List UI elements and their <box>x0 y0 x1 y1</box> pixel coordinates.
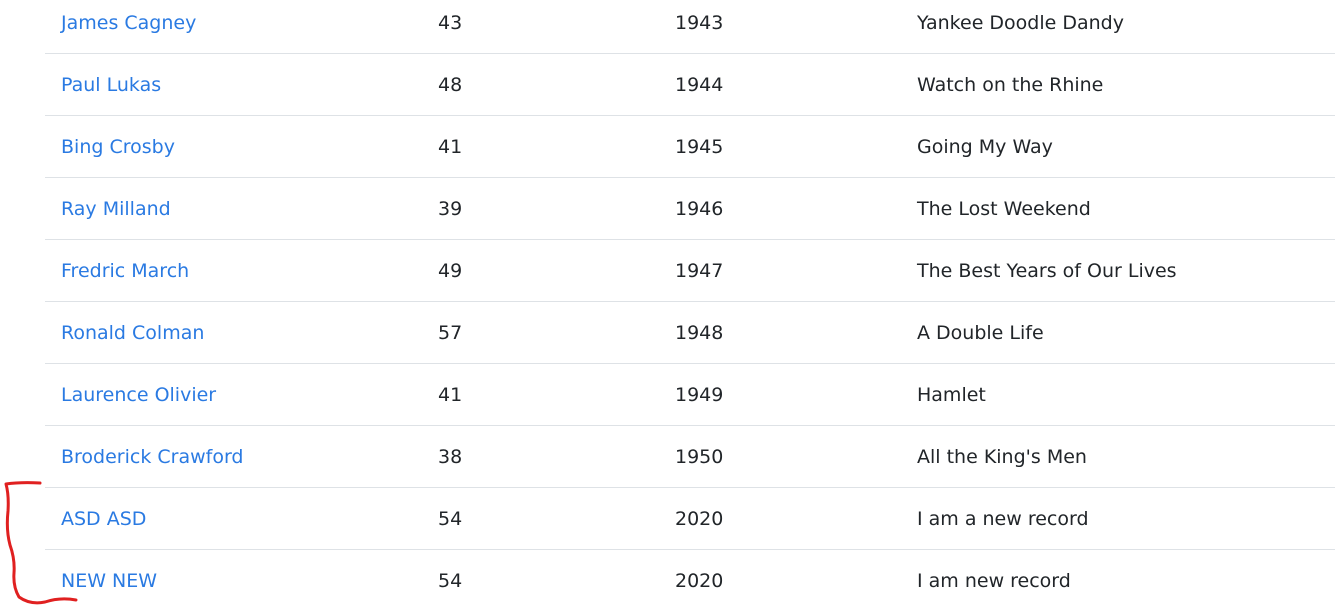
actor-age: 54 <box>438 570 463 592</box>
movie-title: A Double Life <box>917 322 1044 344</box>
table-row: Paul Lukas 48 1944 Watch on the Rhine <box>45 54 1335 116</box>
actor-age: 48 <box>438 74 463 96</box>
movie-title: I am a new record <box>917 508 1089 530</box>
award-year: 2020 <box>675 570 724 592</box>
award-year: 2020 <box>675 508 724 530</box>
table-row: NEW NEW 54 2020 I am new record <box>45 550 1335 610</box>
award-year: 1944 <box>675 74 724 96</box>
table-row: James Cagney 43 1943 Yankee Doodle Dandy <box>45 0 1335 54</box>
actor-name-link[interactable]: Paul Lukas <box>61 74 161 96</box>
actor-name-link[interactable]: Laurence Olivier <box>61 384 216 406</box>
actor-age: 38 <box>438 446 463 468</box>
award-year: 1946 <box>675 198 724 220</box>
award-year: 1950 <box>675 446 724 468</box>
table-row: ASD ASD 54 2020 I am a new record <box>45 488 1335 550</box>
actor-age: 57 <box>438 322 463 344</box>
movie-title: The Lost Weekend <box>917 198 1091 220</box>
award-year: 1947 <box>675 260 724 282</box>
actors-table: James Cagney 43 1943 Yankee Doodle Dandy… <box>45 0 1335 610</box>
movie-title: The Best Years of Our Lives <box>917 260 1177 282</box>
table-row: Broderick Crawford 38 1950 All the King'… <box>45 426 1335 488</box>
table-row: Fredric March 49 1947 The Best Years of … <box>45 240 1335 302</box>
actor-age: 39 <box>438 198 463 220</box>
award-year: 1949 <box>675 384 724 406</box>
actor-age: 49 <box>438 260 463 282</box>
movie-title: Yankee Doodle Dandy <box>917 12 1124 34</box>
table-row: Ronald Colman 57 1948 A Double Life <box>45 302 1335 364</box>
award-year: 1948 <box>675 322 724 344</box>
actor-age: 41 <box>438 136 463 158</box>
table-row: Bing Crosby 41 1945 Going My Way <box>45 116 1335 178</box>
actor-name-link[interactable]: James Cagney <box>61 12 196 34</box>
actor-age: 54 <box>438 508 463 530</box>
actor-name-link[interactable]: Broderick Crawford <box>61 446 244 468</box>
table-row: Laurence Olivier 41 1949 Hamlet <box>45 364 1335 426</box>
movie-title: I am new record <box>917 570 1071 592</box>
award-year: 1945 <box>675 136 724 158</box>
actor-age: 43 <box>438 12 463 34</box>
movie-title: Watch on the Rhine <box>917 74 1104 96</box>
movie-title: All the King's Men <box>917 446 1087 468</box>
movie-title: Hamlet <box>917 384 986 406</box>
actor-name-link[interactable]: NEW NEW <box>61 570 157 592</box>
actor-name-link[interactable]: Fredric March <box>61 260 189 282</box>
actor-name-link[interactable]: Bing Crosby <box>61 136 175 158</box>
actor-name-link[interactable]: Ronald Colman <box>61 322 204 344</box>
movie-title: Going My Way <box>917 136 1053 158</box>
actor-name-link[interactable]: Ray Milland <box>61 198 171 220</box>
table-row: Ray Milland 39 1946 The Lost Weekend <box>45 178 1335 240</box>
actor-age: 41 <box>438 384 463 406</box>
actor-name-link[interactable]: ASD ASD <box>61 508 146 530</box>
award-year: 1943 <box>675 12 724 34</box>
